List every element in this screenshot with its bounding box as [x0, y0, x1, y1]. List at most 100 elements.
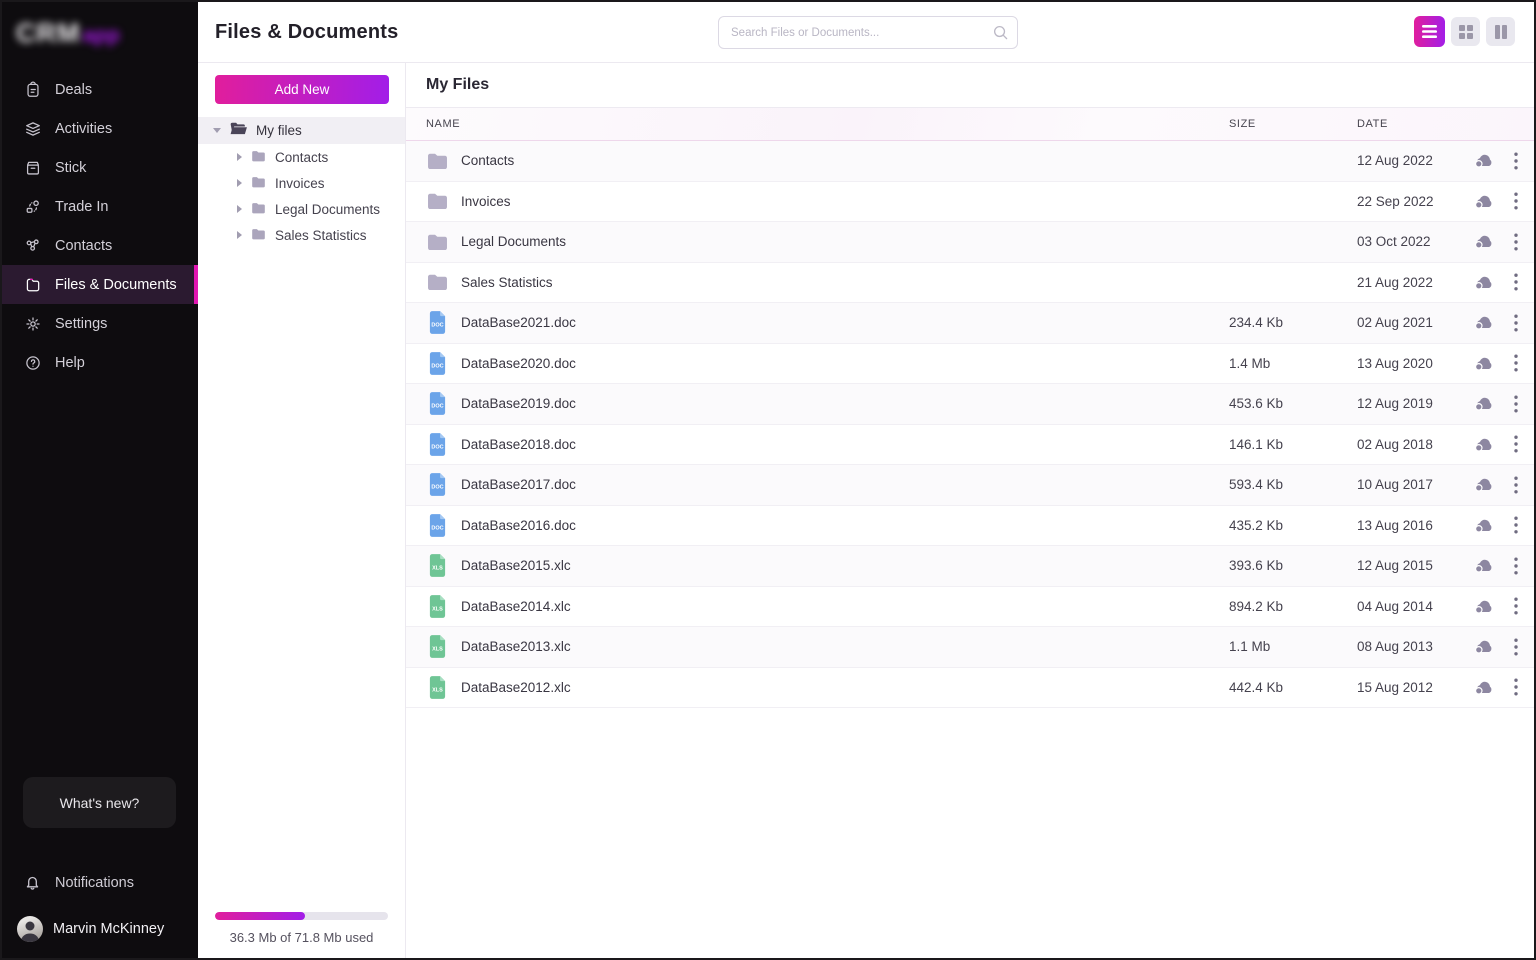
row-menu-button[interactable]: [1514, 435, 1518, 453]
svg-text:DOC: DOC: [431, 404, 443, 410]
tree-item-label: Sales Statistics: [275, 228, 367, 243]
cloud-sync-button[interactable]: [1472, 233, 1494, 250]
whats-new-button[interactable]: What's new?: [23, 777, 176, 828]
sidebar-item-help[interactable]: Help: [2, 343, 198, 382]
cloud-sync-button[interactable]: [1472, 638, 1494, 655]
file-size: 894.2 Kb: [1229, 599, 1357, 614]
chevron-down-icon: [213, 128, 221, 133]
app-logo: CRMapp: [2, 2, 198, 62]
table-row[interactable]: XLS DataBase2012.xlc 442.4 Kb 15 Aug 201…: [406, 668, 1534, 709]
file-size: 435.2 Kb: [1229, 518, 1357, 533]
row-menu-button[interactable]: [1514, 638, 1518, 656]
cloud-sync-button[interactable]: [1472, 679, 1494, 696]
file-date: 04 Aug 2014: [1357, 599, 1472, 614]
table-row[interactable]: DOC DataBase2019.doc 453.6 Kb 12 Aug 201…: [406, 384, 1534, 425]
file-name: DataBase2016.doc: [461, 518, 576, 533]
grid-view-button[interactable]: [1451, 17, 1480, 46]
row-menu-button[interactable]: [1514, 395, 1518, 413]
cloud-sync-button[interactable]: [1472, 557, 1494, 574]
cloud-sync-button[interactable]: [1472, 395, 1494, 412]
row-menu-button[interactable]: [1514, 557, 1518, 575]
sidebar-item-label: Contacts: [55, 238, 112, 254]
row-menu-button[interactable]: [1514, 273, 1518, 291]
cloud-sync-button[interactable]: [1472, 152, 1494, 169]
search-icon: [992, 24, 1009, 46]
folder-icon: [251, 176, 266, 191]
table-row[interactable]: DOC DataBase2017.doc 593.4 Kb 10 Aug 201…: [406, 465, 1534, 506]
folder-icon: [426, 273, 448, 291]
row-menu-button[interactable]: [1514, 152, 1518, 170]
column-header-date: DATE: [1357, 118, 1472, 130]
doc-file-icon: DOC: [426, 433, 448, 456]
tree-item-label: Legal Documents: [275, 202, 380, 217]
sidebar-item-activities[interactable]: Activities: [2, 109, 198, 148]
table-row[interactable]: Legal Documents 03 Oct 2022: [406, 222, 1534, 263]
settings-icon: [23, 314, 42, 333]
table-row[interactable]: DOC DataBase2016.doc 435.2 Kb 13 Aug 201…: [406, 506, 1534, 547]
table-row[interactable]: Sales Statistics 21 Aug 2022: [406, 263, 1534, 304]
cloud-sync-button[interactable]: [1472, 314, 1494, 331]
folder-icon: [426, 233, 448, 251]
row-menu-button[interactable]: [1514, 314, 1518, 332]
storage-bar-fill: [215, 912, 305, 920]
sidebar-item-deals[interactable]: Deals: [2, 70, 198, 109]
sidebar-item-files-documents[interactable]: Files & Documents: [2, 265, 198, 304]
list-view-button[interactable]: [1414, 16, 1445, 47]
table-row[interactable]: DOC DataBase2020.doc 1.4 Mb 13 Aug 2020: [406, 344, 1534, 385]
cloud-sync-button[interactable]: [1472, 355, 1494, 372]
folder-tree: My files Contacts Invoices Legal Documen…: [198, 117, 405, 248]
file-name: DataBase2020.doc: [461, 356, 576, 371]
file-date: 21 Aug 2022: [1357, 275, 1472, 290]
sidebar-item-label: Deals: [55, 82, 92, 98]
table-row[interactable]: DOC DataBase2018.doc 146.1 Kb 02 Aug 201…: [406, 425, 1534, 466]
tree-item-label: Contacts: [275, 150, 328, 165]
sidebar-item-label: Stick: [55, 160, 86, 176]
cloud-sync-button[interactable]: [1472, 436, 1494, 453]
notifications-item[interactable]: Notifications: [2, 870, 198, 896]
tree-item-invoices[interactable]: Invoices: [198, 170, 405, 196]
cloud-sync-button[interactable]: [1472, 598, 1494, 615]
table-row[interactable]: Invoices 22 Sep 2022: [406, 182, 1534, 223]
cloud-sync-button[interactable]: [1472, 193, 1494, 210]
row-menu-button[interactable]: [1514, 516, 1518, 534]
svg-text:DOC: DOC: [431, 444, 443, 450]
svg-text:DOC: DOC: [431, 485, 443, 491]
table-row[interactable]: XLS DataBase2014.xlc 894.2 Kb 04 Aug 201…: [406, 587, 1534, 628]
sidebar-item-trade-in[interactable]: Trade In: [2, 187, 198, 226]
cloud-sync-button[interactable]: [1472, 517, 1494, 534]
sidebar-item-settings[interactable]: Settings: [2, 304, 198, 343]
svg-text:DOC: DOC: [431, 323, 443, 329]
table-row[interactable]: XLS DataBase2013.xlc 1.1 Mb 08 Aug 2013: [406, 627, 1534, 668]
doc-file-icon: DOC: [426, 392, 448, 415]
table-row[interactable]: DOC DataBase2021.doc 234.4 Kb 02 Aug 202…: [406, 303, 1534, 344]
tree-item-legal-documents[interactable]: Legal Documents: [198, 196, 405, 222]
activities-icon: [23, 119, 42, 138]
cloud-sync-button[interactable]: [1472, 476, 1494, 493]
sidebar-item-stick[interactable]: Stick: [2, 148, 198, 187]
sidebar-item-contacts[interactable]: Contacts: [2, 226, 198, 265]
search-box: [718, 16, 1018, 49]
storage-bar-track: [215, 912, 388, 920]
row-menu-button[interactable]: [1514, 233, 1518, 251]
table-row[interactable]: Contacts 12 Aug 2022: [406, 141, 1534, 182]
tree-item-contacts[interactable]: Contacts: [198, 144, 405, 170]
cloud-sync-button[interactable]: [1472, 274, 1494, 291]
file-date: 22 Sep 2022: [1357, 194, 1472, 209]
user-profile[interactable]: Marvin McKinney: [2, 912, 198, 946]
avatar: [17, 916, 43, 942]
tree-item-sales-statistics[interactable]: Sales Statistics: [198, 222, 405, 248]
row-menu-button[interactable]: [1514, 476, 1518, 494]
search-input[interactable]: [718, 16, 1018, 49]
storage-text: 36.3 Mb of 71.8 Mb used: [215, 930, 388, 945]
table-row[interactable]: XLS DataBase2015.xlc 393.6 Kb 12 Aug 201…: [406, 546, 1534, 587]
sidebar: CRMapp Deals Activities Stick Trade In C…: [2, 2, 198, 958]
row-menu-button[interactable]: [1514, 678, 1518, 696]
row-menu-button[interactable]: [1514, 354, 1518, 372]
folder-icon: [251, 228, 266, 243]
row-menu-button[interactable]: [1514, 192, 1518, 210]
tree-item-my-files[interactable]: My files: [198, 117, 405, 144]
page-title: Files & Documents: [215, 21, 398, 44]
add-new-button[interactable]: Add New: [215, 75, 389, 104]
row-menu-button[interactable]: [1514, 597, 1518, 615]
column-view-button[interactable]: [1486, 17, 1515, 46]
